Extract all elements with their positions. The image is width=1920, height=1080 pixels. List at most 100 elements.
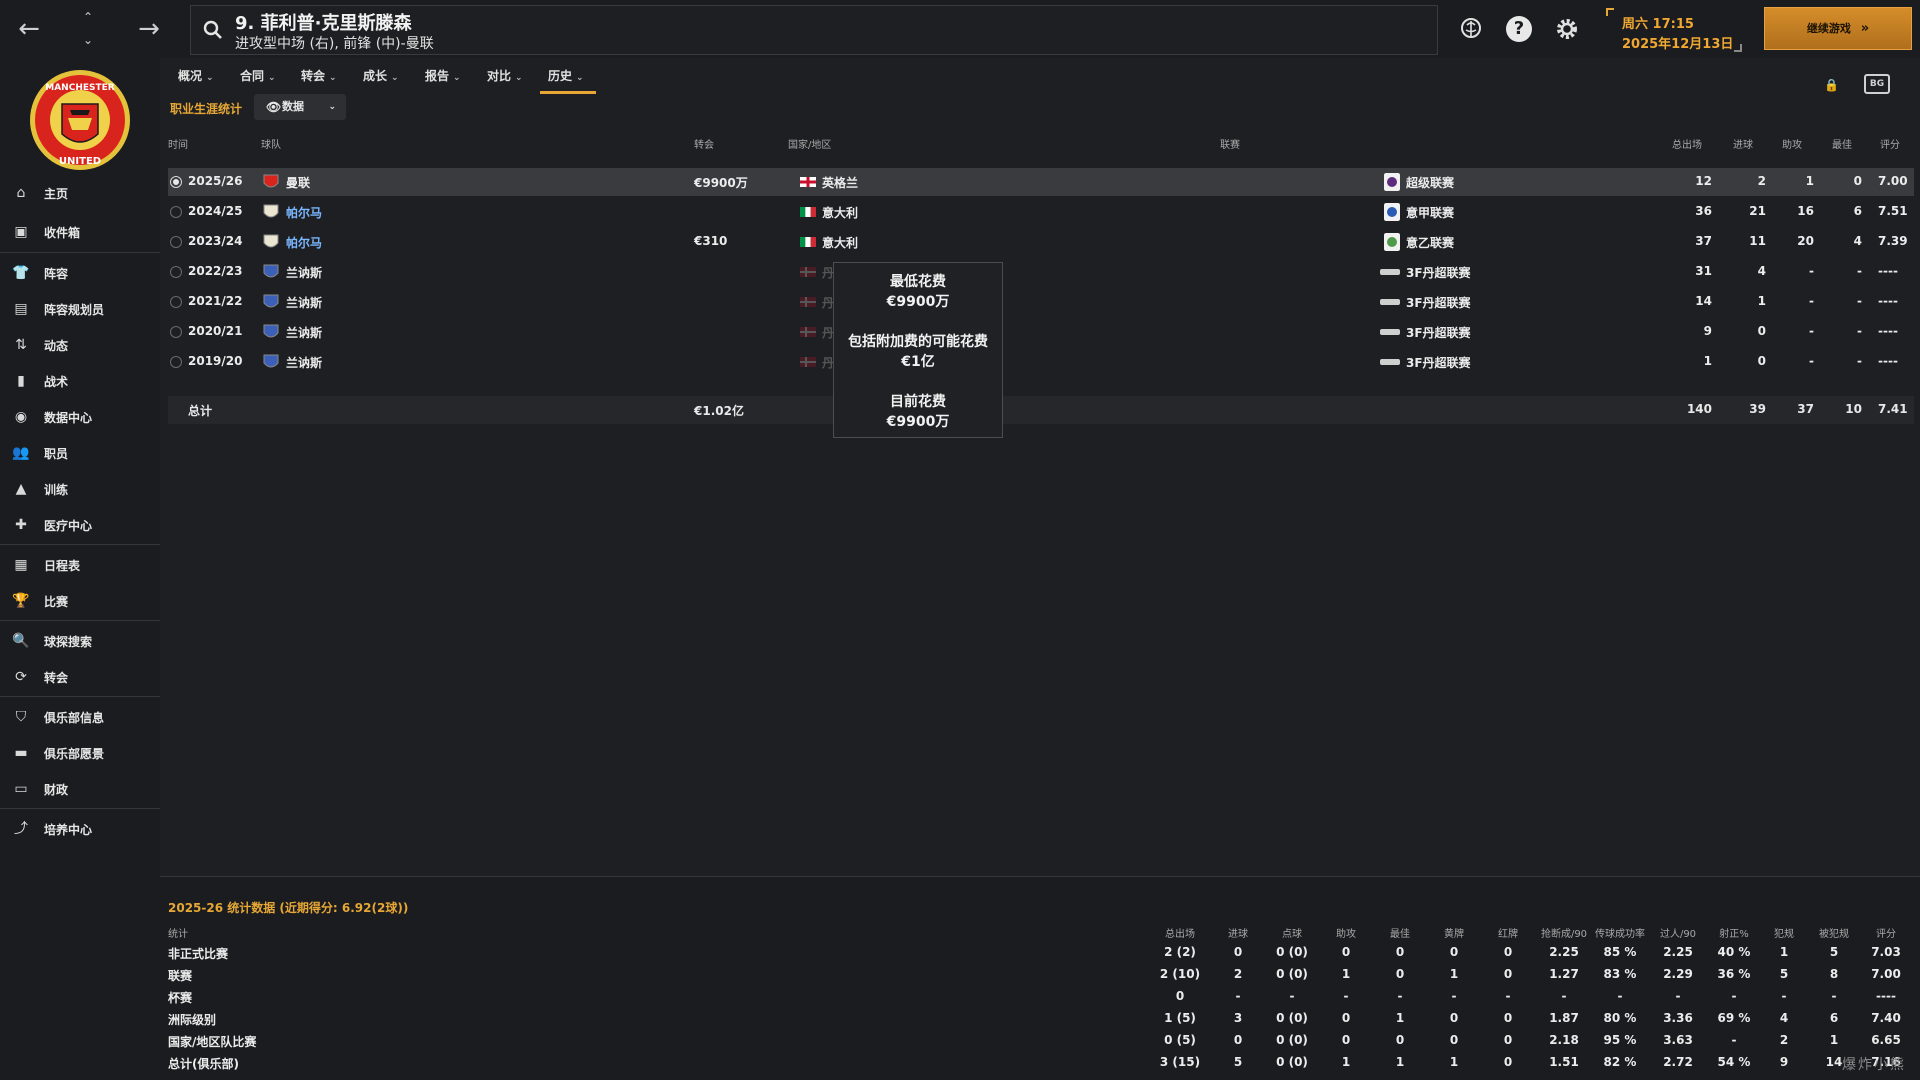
stats-cell: 1	[1341, 1055, 1351, 1069]
gear-icon[interactable]	[1554, 16, 1580, 42]
tab-history[interactable]: 历史 ⌄	[540, 66, 596, 94]
stats-cell: 0	[1175, 989, 1185, 1003]
team-name[interactable]: 帕尔马	[286, 204, 322, 221]
tab-transfer[interactable]: 转会 ⌄	[301, 66, 337, 94]
career-row[interactable]: 2025/26 曼联 €9900万 英格兰 超级联赛 12 2 1 0 7.00	[168, 168, 1914, 196]
sidebar-item-club-info[interactable]: ⛉ 俱乐部信息	[0, 702, 160, 732]
sidebar-item-squad-planner[interactable]: ▤ 阵容规划员	[0, 294, 160, 324]
league-name[interactable]: 3F丹超联赛	[1406, 354, 1471, 371]
sidebar-item-inbox[interactable]: ▣ 收件箱	[0, 217, 160, 247]
sidebar-item-squad[interactable]: 👕 阵容	[0, 258, 160, 288]
background-toggle-icon[interactable]: BG	[1864, 74, 1890, 94]
sidebar-item-data-hub[interactable]: ◉ 数据中心	[0, 402, 160, 432]
player-of-match: -	[1857, 324, 1862, 338]
brain-icon[interactable]	[1458, 16, 1484, 42]
stats-cell: 1.27	[1549, 967, 1579, 981]
rating: ----	[1878, 294, 1898, 308]
col-header: 球队	[261, 140, 281, 151]
sidebar-item-club-vision[interactable]: ▬ 俱乐部愿景	[0, 738, 160, 768]
career-row[interactable]: 2021/22兰讷斯丹麦3F丹超联赛141------	[168, 288, 1914, 316]
svg-text:MANCHESTER: MANCHESTER	[45, 83, 115, 93]
row-radio[interactable]	[170, 236, 182, 248]
stats-cell: 2 (2)	[1164, 945, 1196, 959]
career-row[interactable]: 2024/25 帕尔马 意大利 意甲联赛 36 21 16 6 7.51	[168, 198, 1914, 226]
player-of-match: 4	[1853, 234, 1862, 248]
chevron-down-icon[interactable]: ⌄	[80, 29, 96, 52]
stats-cell: 5	[1233, 1055, 1243, 1069]
tab-label: 转会	[301, 69, 326, 83]
tab-label: 成长	[363, 69, 388, 83]
season: 2023/24	[188, 234, 243, 248]
sidebar-item-label: 日程表	[44, 558, 81, 573]
career-row[interactable]: 2020/21兰讷斯丹麦3F丹超联赛90------	[168, 318, 1914, 346]
stats-col-header: 统计	[168, 929, 188, 940]
tab-compare[interactable]: 对比 ⌄	[487, 66, 523, 94]
lock-icon[interactable]: 🔒	[1824, 78, 1839, 92]
row-radio[interactable]	[170, 356, 182, 368]
league-name[interactable]: 意乙联赛	[1406, 234, 1454, 251]
stats-col-header: 射正%	[1719, 929, 1749, 940]
team-name[interactable]: 帕尔马	[286, 234, 322, 251]
club-crest-logo[interactable]: MANCHESTER UNITED	[28, 68, 132, 176]
tab-label: 合同	[240, 69, 265, 83]
sidebar-item-staff[interactable]: 👥 职员	[0, 438, 160, 468]
career-table-header: 时间 球队 转会 国家/地区 联赛 总出场 进球 助攻 最佳 评分	[160, 136, 1920, 152]
sidebar-item-home[interactable]: ⌂ 主页	[0, 178, 160, 208]
career-row[interactable]: 2022/23兰讷斯丹麦3F丹超联赛314------	[168, 258, 1914, 286]
sidebar-item-training[interactable]: ▲ 训练	[0, 474, 160, 504]
stats-col-header: 最佳	[1390, 929, 1410, 940]
row-radio[interactable]	[170, 206, 182, 218]
chevron-down-icon: ⌄	[328, 102, 336, 112]
career-row[interactable]: 2019/20兰讷斯丹麦3F丹超联赛10------	[168, 348, 1914, 376]
stats-cell: 1.51	[1549, 1055, 1579, 1069]
stats-cell: ----	[1876, 989, 1896, 1003]
tab-overview[interactable]: 概况 ⌄	[178, 66, 214, 94]
back-arrow-icon[interactable]: ←	[14, 14, 44, 44]
rating: 7.51	[1878, 204, 1908, 218]
sidebar-item-tactics[interactable]: ▮ 战术	[0, 366, 160, 396]
sidebar-item-competitions[interactable]: 🏆 比赛	[0, 586, 160, 616]
up-down-nav[interactable]: ⌃ ⌄	[80, 6, 96, 52]
sidebar-item-finances[interactable]: ▭ 财政	[0, 774, 160, 804]
search-bar[interactable]: 9. 菲利普·克里斯滕森 进攻型中场 (右), 前锋 (中)-曼联	[190, 5, 1438, 55]
sidebar-item-medical[interactable]: ✚ 医疗中心	[0, 510, 160, 540]
tab-reports[interactable]: 报告 ⌄	[425, 66, 461, 94]
row-radio[interactable]	[170, 296, 182, 308]
data-view-dropdown[interactable]: 👁 数据 ⌄	[254, 94, 346, 120]
league-name[interactable]: 3F丹超联赛	[1406, 324, 1471, 341]
help-icon[interactable]: ?	[1506, 16, 1532, 42]
sidebar-item-label: 训练	[44, 482, 69, 497]
sidebar-item-transfers[interactable]: ⟳ 转会	[0, 662, 160, 692]
assists: -	[1809, 354, 1814, 368]
chevron-up-icon[interactable]: ⌃	[80, 6, 96, 29]
stats-cell: 1	[1779, 945, 1789, 959]
row-radio[interactable]	[170, 326, 182, 338]
col-header: 进球	[1733, 140, 1753, 151]
sidebar-item-development[interactable]: ⤴ 培养中心	[0, 814, 160, 844]
day-time: 周六 17:15	[1622, 17, 1694, 32]
sidebar-item-label: 比赛	[44, 594, 69, 609]
stats-cell: -	[1505, 989, 1511, 1003]
sidebar-item-scouting[interactable]: 🔍 球探搜索	[0, 626, 160, 656]
forward-arrow-icon[interactable]: →	[134, 14, 164, 44]
row-radio[interactable]	[170, 176, 182, 188]
row-radio[interactable]	[170, 266, 182, 278]
league-name[interactable]: 3F丹超联赛	[1406, 264, 1471, 281]
sidebar-item-schedule[interactable]: ▦ 日程表	[0, 550, 160, 580]
game-date: 周六 17:15 2025年12月13日	[1606, 8, 1742, 52]
tab-contract[interactable]: 合同 ⌄	[240, 66, 276, 94]
league-name[interactable]: 3F丹超联赛	[1406, 294, 1471, 311]
col-header: 转会	[694, 140, 714, 151]
sidebar-item-dynamics[interactable]: ⇅ 动态	[0, 330, 160, 360]
sidebar-item-label: 球探搜索	[44, 634, 93, 649]
tab-development[interactable]: 成长 ⌄	[363, 66, 399, 94]
team-name: 兰讷斯	[286, 356, 323, 370]
date: 2025年12月13日	[1622, 37, 1734, 52]
stats-cell: 2.72	[1663, 1055, 1693, 1069]
continue-game-button[interactable]: 继续游戏 »	[1764, 7, 1912, 50]
league-name[interactable]: 超级联赛	[1406, 174, 1454, 191]
league-name[interactable]: 意甲联赛	[1406, 204, 1454, 221]
stats-cell: 0 (0)	[1276, 1033, 1308, 1047]
career-row[interactable]: 2023/24 帕尔马 €310 意大利 意乙联赛 37 11 20 4 7.39	[168, 228, 1914, 256]
stats-cell: 3.36	[1663, 1011, 1693, 1025]
